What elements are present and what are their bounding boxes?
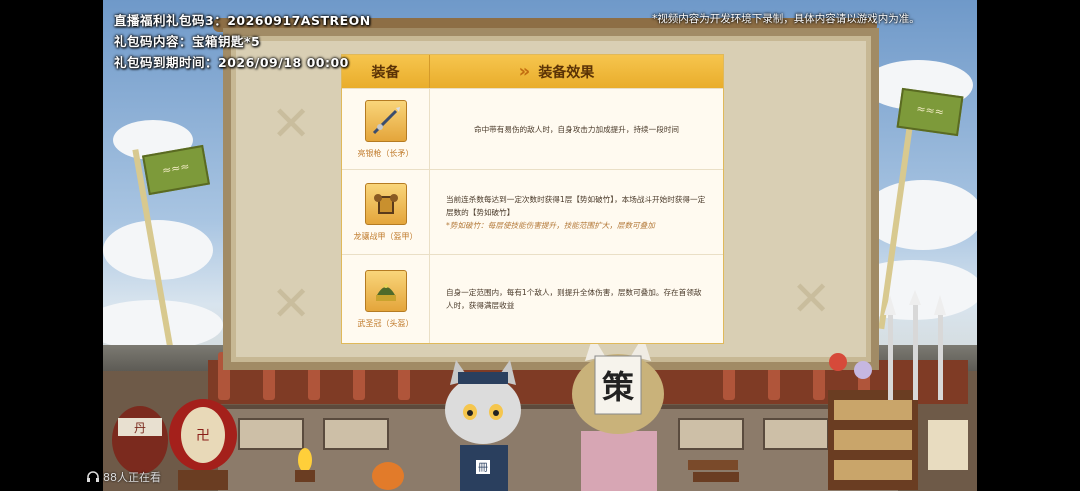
pot-icon [372, 462, 404, 490]
table-row: 武圣冠（头盔） 自身一定范围内，每有1个敌人，则提升全体伤害，层数可叠加。存在首… [342, 254, 723, 343]
table-row: 亮银枪（长矛） 命中带有易伤的敌人时，自身攻击力加成提升，持续一段时间 [342, 88, 723, 169]
drum-label: 卍 [196, 428, 210, 444]
gift-code-line: 直播福利礼包码3：20260917ASTREON [114, 13, 371, 28]
equipment-name: 龙骧战甲（盔甲） [353, 231, 418, 241]
equipment-name: 武圣冠（头盔） [357, 318, 414, 328]
spear-icon [364, 99, 407, 142]
header-effect: » 装备效果 [430, 55, 723, 88]
gift-expiry-line: 礼包码到期时间：2026/09/18 00:00 [114, 55, 349, 70]
header-equipment: 装备 [342, 55, 430, 88]
cat-badge: 冊 [478, 463, 488, 474]
effect-text: 当前连杀数每达到一定次数时获得1层【势如破竹】，本场战斗开始时获得一定层数的【势… [446, 194, 706, 217]
effect-cell: 自身一定范围内，每有1个敌人，则提升全体伤害，层数可叠加。存在首领敌人时，获得满… [430, 255, 723, 343]
equipment-cell: 武圣冠（头盔） [342, 255, 430, 343]
effect-note: *势如破竹：每层使技能伤害提升，技能范围扩大，层数可叠加 [446, 220, 655, 230]
flag-right: ≈≈≈ [896, 87, 964, 137]
banner-pattern: ✕ [271, 96, 312, 152]
mask-glyph: 策 [602, 368, 634, 406]
masked-character: 策 [572, 336, 664, 491]
torch-icon [295, 448, 315, 482]
viewer-count[interactable]: 88人正在看 [86, 469, 161, 485]
equipment-cell: 龙骧战甲（盔甲） [342, 170, 430, 254]
header-effect-marker: » [518, 61, 531, 82]
banner-pattern: ✕ [271, 276, 312, 332]
effect-text: 自身一定范围内，每有1个敌人，则提升全体伤害，层数可叠加。存在首领敌人时，获得满… [446, 288, 702, 310]
gift-content-line: 礼包码内容：宝箱钥匙*5 [114, 34, 261, 49]
table-header: 装备 » 装备效果 [342, 55, 723, 88]
video-frame: ≈≈≈ ≈≈≈ ✕ ✕ ✕ 丹 卍 冊 策 装备 » 装备效果 亮银枪（长矛） … [0, 0, 1080, 491]
table-row: 龙骧战甲（盔甲） 当前连杀数每达到一定次数时获得1层【势如破竹】，本场战斗开始时… [342, 169, 723, 254]
cat-character: 冊 [445, 360, 521, 491]
recording-notice: *视频内容为开发环境下录制，具体内容请以游戏内为准。 [652, 13, 920, 25]
viewer-count-text: 88人正在看 [103, 471, 161, 484]
jar-label: 丹 [134, 421, 146, 435]
effect-cell: 当前连杀数每达到一定次数时获得1层【势如破竹】，本场战斗开始时获得一定层数的【势… [430, 170, 723, 254]
cloud [863, 180, 977, 250]
equipment-cell: 亮银枪（长矛） [342, 89, 430, 169]
effect-text: 命中带有易伤的敌人时，自身攻击力加成提升，持续一段时间 [473, 124, 680, 134]
helmet-icon [364, 269, 407, 312]
header-effect-label: 装备效果 [538, 64, 595, 81]
weapon-rack [828, 290, 968, 490]
armor-icon [364, 182, 407, 225]
logs-icon [688, 460, 739, 482]
equipment-name: 亮银枪（长矛） [357, 148, 414, 158]
stage-panel [678, 418, 744, 450]
equipment-table: 装备 » 装备效果 亮银枪（长矛） 命中带有易伤的敌人时，自身攻击力加成提升，持… [341, 54, 724, 344]
headphones-icon [87, 471, 99, 482]
effect-cell: 命中带有易伤的敌人时，自身攻击力加成提升，持续一段时间 [430, 89, 723, 169]
